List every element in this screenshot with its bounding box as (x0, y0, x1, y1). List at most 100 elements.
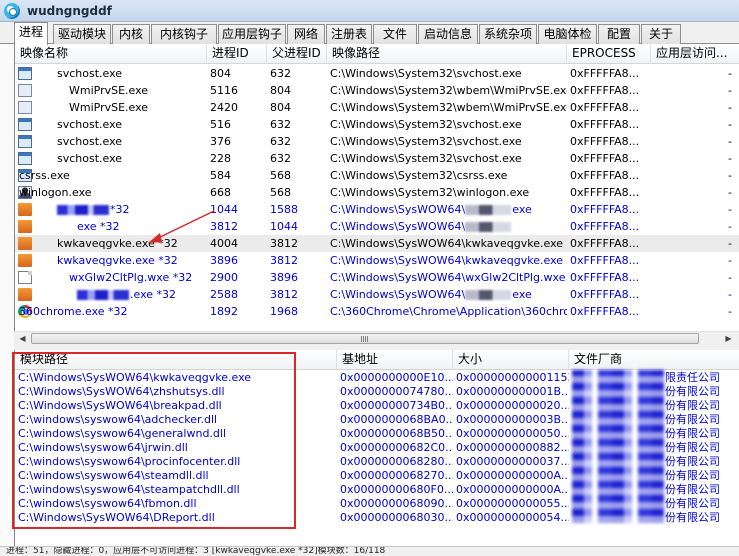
process-access-cell: - (651, 150, 739, 167)
process-row[interactable]: csrss.exe 584 568 C:\Windows\System32\csrss… (15, 167, 739, 184)
process-access: - (728, 254, 732, 267)
grip-icon (361, 336, 369, 342)
process-row[interactable]: .exe *32 2588 3812 C:\Windows\SysWOW64\ exe 0… (15, 286, 739, 303)
process-name-wrap: WmiPrvSE.exe (69, 99, 148, 116)
process-access: - (728, 186, 732, 199)
process-name-cell: kwkaveqgvke.exe *32 (15, 252, 207, 269)
process-pid-cell: 5116 (207, 82, 267, 99)
process-name: csrss.exe (19, 169, 70, 182)
process-eprocess-cell: 0xFFFFFA8... (567, 269, 651, 286)
module_table-column-header[interactable]: 基地址 (337, 350, 453, 370)
process-ppid-cell: 632 (267, 150, 327, 167)
process-name-cell: svchost.exe (15, 150, 207, 167)
module_table-column-header[interactable]: 大小 (453, 350, 569, 370)
process-eprocess-cell: 0xFFFFFA8... (567, 201, 651, 218)
process-eprocess-cell: 0xFFFFFA8... (567, 167, 651, 184)
tab-11[interactable]: 配置 (598, 24, 640, 44)
process-eprocess: 0xFFFFFA8... (570, 220, 640, 233)
process-pid-cell: 804 (207, 65, 267, 82)
process_table-column-header[interactable]: 映像名称 (15, 44, 207, 64)
process-access-cell: - (651, 184, 739, 201)
process_table-column-header[interactable]: 父进程ID (267, 44, 327, 64)
process_table-column-header[interactable]: 进程ID (207, 44, 267, 64)
process-path-cell: C:\Windows\SysWOW64\kwkaveqgvke.exe (327, 252, 567, 269)
redaction-blur (465, 205, 512, 215)
process-list[interactable]: 映像名称 进程ID 父进程ID 映像路径 EPROCESS 应用层访问... svchos… (14, 44, 739, 342)
tab-3[interactable]: 内核钩子 (151, 24, 217, 44)
tab-2[interactable]: 内核 (112, 24, 150, 44)
process-row[interactable]: WmiPrvSE.exe 2420 804 C:\Windows\System32\w… (15, 99, 739, 116)
process-access-cell: - (651, 133, 739, 150)
process-name-wrap: .exe *32 (77, 286, 176, 303)
module-size-cell: 0x000000000003B... (456, 413, 569, 426)
process-pid-cell: 584 (207, 167, 267, 184)
module-base-cell: 0x0000000068090... (340, 497, 453, 510)
tab-12[interactable]: 关于 (641, 24, 681, 44)
process-eprocess-cell: 0xFFFFFA8... (567, 252, 651, 269)
window-icon (18, 152, 32, 165)
process-path: C:\Windows\System32\winlogon.exe (330, 186, 530, 199)
status-text: 进程：51，隐藏进程：0，应用层不可访问进程：3 [kwkaveqgvke.ex… (6, 546, 386, 556)
tab-5[interactable]: 网络 (287, 24, 325, 44)
tab-7[interactable]: 文件 (373, 24, 417, 44)
scroll-left-arrow-icon[interactable]: ◀ (15, 333, 30, 344)
process-ppid: 632 (270, 152, 291, 165)
process-list-header: 映像名称 进程ID 父进程ID 映像路径 EPROCESS 应用层访问... (15, 44, 739, 64)
title-bar: wudngngddf (0, 0, 739, 22)
process-name-cell: svchost.exe (15, 133, 207, 150)
process-row[interactable]: svchost.exe 376 632 C:\Windows\System32\svc… (15, 133, 739, 150)
process-ppid: 3812 (270, 288, 298, 301)
process-list-horizontal-scrollbar[interactable]: ◀ ▶ (14, 331, 739, 344)
process-name-wrap: *32 (57, 201, 130, 218)
process-eprocess-cell: 0xFFFFFA8... (567, 133, 651, 150)
process-access-cell: - (651, 65, 739, 82)
process-access: - (728, 118, 732, 131)
module-base-cell: 0x00000000680F0... (340, 483, 453, 496)
tab-8[interactable]: 启动信息 (418, 24, 478, 44)
process-eprocess-cell: 0xFFFFFA8... (567, 82, 651, 99)
process-access: - (728, 84, 732, 97)
process-access: - (728, 152, 732, 165)
tab-4[interactable]: 应用层钩子 (218, 24, 286, 44)
process-row[interactable]: exe *32 3812 1044 C:\Windows\SysWOW64\ 0xFFF… (15, 218, 739, 235)
tab-1[interactable]: 驱动模块 (53, 24, 111, 44)
process-eprocess-cell: 0xFFFFFA8... (567, 116, 651, 133)
tab-10[interactable]: 电脑体检 (538, 24, 597, 44)
process-path: C:\Windows\System32\svchost.exe (330, 135, 522, 148)
process-access-cell: - (651, 269, 739, 286)
process-name: WmiPrvSE.exe (69, 84, 149, 97)
process-path-cell: C:\Windows\System32\svchost.exe (327, 65, 567, 82)
process-row[interactable]: 360chrome.exe *32 1892 1968 C:\360Chrome\Ch… (15, 303, 739, 320)
process-row[interactable]: wxGlw2CltPlg.wxe *32 2900 3896 C:\Windows\S… (15, 269, 739, 286)
orange-icon (18, 254, 32, 267)
process-row[interactable]: svchost.exe 228 632 C:\Windows\System32\svc… (15, 150, 739, 167)
left-margin (0, 44, 14, 546)
module_table-column-header[interactable]: 模块路径 (15, 350, 337, 370)
tab-6[interactable]: 注册表 (326, 24, 372, 44)
process-pid: 584 (210, 169, 231, 182)
process-eprocess: 0xFFFFFA8... (570, 186, 640, 199)
tab-0[interactable]: 进程 (14, 22, 48, 45)
tab-9[interactable]: 系统杂项 (479, 24, 537, 44)
process_table-column-header[interactable]: EPROCESS (567, 44, 651, 64)
process-row[interactable]: kwkaveqgvke.exe *32 3896 3812 C:\Windows\Sy… (15, 252, 739, 269)
process-row[interactable]: kwkaveqgvke.exe *32 4004 3812 C:\Windows\Sy… (15, 235, 739, 252)
process-eprocess: 0xFFFFFA8... (570, 84, 640, 97)
process-row[interactable]: *32 1044 1588 C:\Windows\SysWOW64\ exe 0xFFFF… (15, 201, 739, 218)
process-name: 360chrome.exe *32 (19, 305, 128, 318)
app-logo-icon (4, 2, 20, 19)
scroll-right-arrow-icon[interactable]: ▶ (721, 333, 736, 344)
process-path: C:\Windows\System32\svchost.exe (330, 152, 522, 165)
module_table-column-header[interactable]: 文件厂商 (569, 350, 739, 370)
process_table-column-header[interactable]: 应用层访问... (651, 44, 739, 64)
process_table-column-header[interactable]: 映像路径 (327, 44, 567, 64)
redacted-icon (18, 203, 32, 216)
process-row[interactable]: WmiPrvSE.exe 5116 804 C:\Windows\System32\w… (15, 82, 739, 99)
process-name: svchost.exe (57, 135, 123, 148)
process-row[interactable]: winlogon.exe 668 568 C:\Windows\System32\wi… (15, 184, 739, 201)
process-path-cell: C:\Windows\SysWOW64\wxGlw2CltPlg.wxe (327, 269, 567, 286)
process-eprocess: 0xFFFFFA8... (570, 135, 640, 148)
process-row[interactable]: svchost.exe 804 632 C:\Windows\System32\svc… (15, 65, 739, 82)
process-row[interactable]: svchost.exe 516 632 C:\Windows\System32\svc… (15, 116, 739, 133)
scrollbar-thumb[interactable] (31, 333, 699, 344)
